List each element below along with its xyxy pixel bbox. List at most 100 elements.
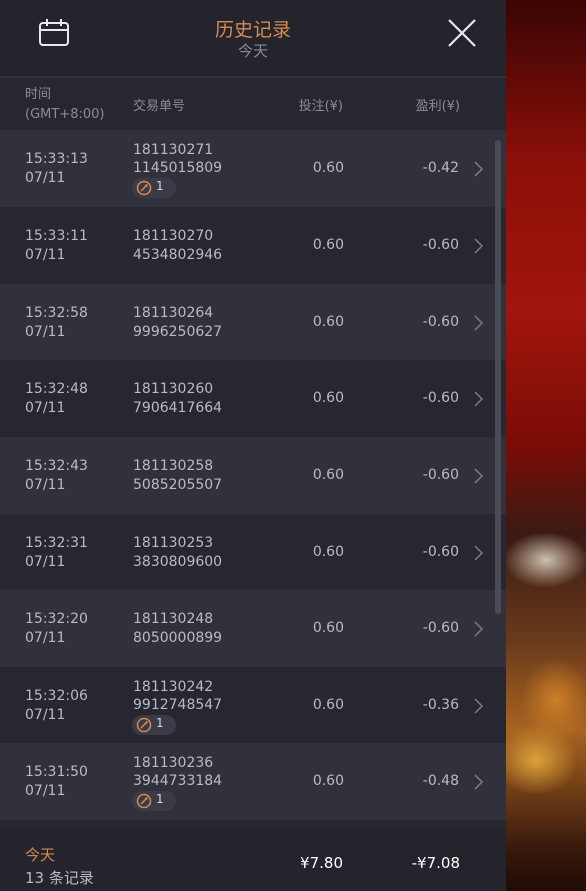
table-row[interactable]: 15:32:06 07/11 181130242 9912748547 1 0.… [0,667,506,744]
row-date: 07/11 [25,783,66,799]
history-panel: 历史记录 今天 时间 (GMT+8:00) 交易单号 投注(¥) 盈利(¥) 1… [0,0,506,891]
row-bet: 0.60 [312,620,344,636]
chevron-right-icon [474,774,484,790]
chevron-right-icon [474,621,484,637]
row-pnl: -0.48 [422,773,459,789]
row-pnl: -0.60 [422,620,459,636]
table-row[interactable]: 15:32:43 07/11 181130258 5085205507 0.60… [0,437,506,514]
row-bet: 0.60 [312,544,344,560]
summary-footer: 今天 13 条记录 ¥7.80 -¥7.08 [0,830,506,891]
rocket-icon [136,717,152,733]
row-date: 07/11 [25,477,66,493]
row-order-part2: 1145015809 [133,160,223,176]
chevron-right-icon [474,238,484,254]
row-time: 15:32:20 [25,611,88,627]
row-bet: 0.60 [312,697,344,713]
row-order-part1: 181130236 [133,755,214,771]
row-date: 07/11 [25,554,66,570]
row-pnl: -0.60 [422,314,459,330]
chevron-right-icon [474,468,484,484]
row-order-part2: 7906417664 [133,400,223,416]
row-order-part1: 181130264 [133,305,214,321]
row-date: 07/11 [25,324,66,340]
row-order-part1: 181130270 [133,228,214,244]
column-order: 交易单号 [133,99,186,114]
close-icon[interactable] [446,17,478,49]
scrollbar[interactable] [495,140,501,614]
chevron-right-icon [474,391,484,407]
summary-total-bet: ¥7.80 [300,854,343,872]
chevron-right-icon [474,161,484,177]
chevron-right-icon [474,545,484,561]
row-order-part2: 9996250627 [133,324,223,340]
row-order-part2: 3830809600 [133,554,223,570]
row-order-part1: 181130242 [133,679,214,695]
row-order-part2: 3944733184 [133,773,223,789]
row-bet: 0.60 [312,467,344,483]
row-bet: 0.60 [312,773,344,789]
column-timezone: (GMT+8:00) [25,107,105,122]
header: 历史记录 今天 [0,0,506,78]
row-time: 15:32:31 [25,535,88,551]
page-title: 历史记录 [214,19,291,41]
row-bet: 0.60 [312,237,344,253]
column-pnl: 盈利(¥) [415,99,460,114]
row-date: 07/11 [25,247,66,263]
row-pnl: -0.42 [422,160,459,176]
row-order-part1: 181130258 [133,458,214,474]
summary-total-pnl: -¥7.08 [411,854,460,872]
row-order-part2: 5085205507 [133,477,223,493]
table-row[interactable]: 15:33:13 07/11 181130271 1145015809 1 0.… [0,130,506,207]
row-pnl: -0.60 [422,390,459,406]
row-date: 07/11 [25,170,66,186]
row-time: 15:32:43 [25,458,88,474]
row-time: 15:31:50 [25,764,88,780]
page-subtitle: 今天 [237,42,268,60]
row-order-part1: 181130260 [133,381,214,397]
badge-count: 1 [156,716,164,730]
rocket-icon [136,180,152,196]
row-pnl: -0.60 [422,237,459,253]
column-time: 时间 [25,87,52,102]
column-bet: 投注(¥) [298,99,343,114]
row-bet: 0.60 [312,160,344,176]
row-bet: 0.60 [312,390,344,406]
chevron-right-icon [474,698,484,714]
row-time: 15:32:48 [25,381,88,397]
row-order-part1: 181130271 [133,142,214,158]
row-time: 15:32:06 [25,688,88,704]
row-order-part2: 9912748547 [133,697,223,713]
game-background [506,0,586,891]
table-row[interactable]: 15:32:20 07/11 181130248 8050000899 0.60… [0,590,506,667]
row-time: 15:32:58 [25,305,88,321]
row-time: 15:33:13 [25,151,88,167]
table-row[interactable]: 15:31:50 07/11 181130236 3944733184 1 0.… [0,743,506,820]
summary-period: 今天 [25,846,56,864]
table-row[interactable]: 15:32:31 07/11 181130253 3830809600 0.60… [0,514,506,591]
row-pnl: -0.60 [422,467,459,483]
table-row[interactable]: 15:33:11 07/11 181130270 4534802946 0.60… [0,207,506,284]
row-date: 07/11 [25,630,66,646]
badge-count: 1 [156,179,164,193]
table-row[interactable]: 15:32:58 07/11 181130264 9996250627 0.60… [0,284,506,361]
table-row[interactable]: 15:32:48 07/11 181130260 7906417664 0.60… [0,360,506,437]
free-game-badge: 1 [132,791,176,811]
chevron-right-icon [474,315,484,331]
row-order-part1: 181130253 [133,535,214,551]
row-date: 07/11 [25,400,66,416]
row-pnl: -0.60 [422,544,459,560]
free-game-badge: 1 [132,715,176,735]
summary-record-count: 13 条记录 [25,869,94,887]
row-order-part1: 181130248 [133,611,214,627]
row-order-part2: 4534802946 [133,247,223,263]
free-game-badge: 1 [132,178,176,198]
row-time: 15:33:11 [25,228,88,244]
column-header: 时间 (GMT+8:00) 交易单号 投注(¥) 盈利(¥) [0,80,506,130]
rocket-icon [136,793,152,809]
record-list: 15:33:13 07/11 181130271 1145015809 1 0.… [0,130,506,830]
badge-count: 1 [156,792,164,806]
row-pnl: -0.36 [422,697,459,713]
row-date: 07/11 [25,707,66,723]
row-bet: 0.60 [312,314,344,330]
row-order-part2: 8050000899 [133,630,223,646]
